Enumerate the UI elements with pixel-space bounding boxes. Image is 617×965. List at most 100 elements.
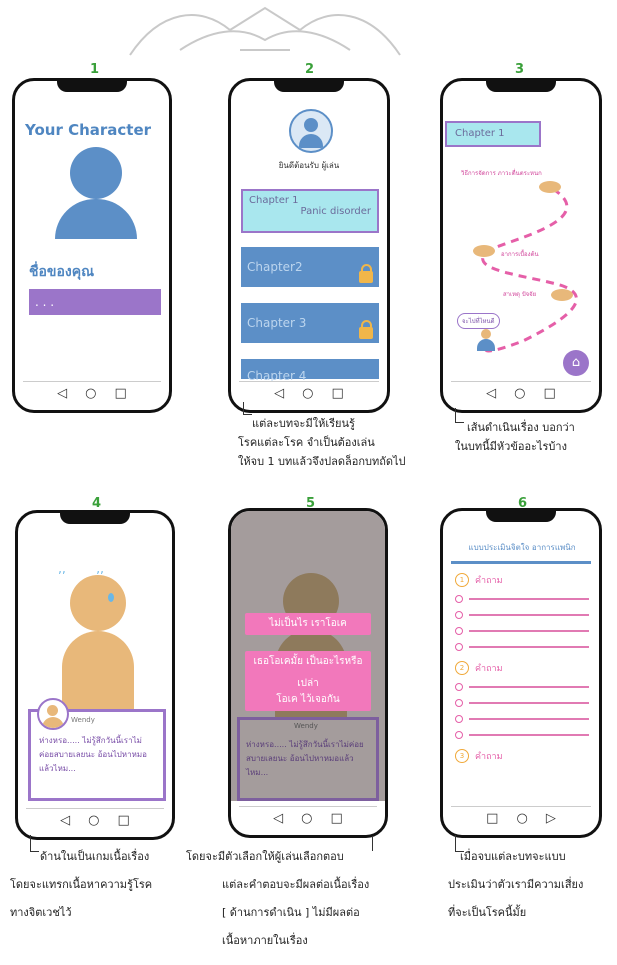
speaker-name: Wendy bbox=[294, 722, 318, 730]
answer-option[interactable] bbox=[455, 699, 589, 707]
annotation-line: ด้านในเป็นเกมเนื้อเรื่อง bbox=[40, 850, 150, 863]
answer-line bbox=[469, 734, 589, 736]
forward-icon[interactable]: ▷ bbox=[546, 811, 556, 826]
radio-circle-icon[interactable] bbox=[455, 699, 463, 707]
question-header: 2 คำถาม bbox=[455, 661, 589, 675]
screen-number-3: 3 bbox=[515, 62, 525, 77]
annotation-line: ให้จบ 1 บทแล้วจึงปลดล็อกบทถัดไป bbox=[238, 455, 406, 468]
screen-number-1: 1 bbox=[90, 62, 100, 77]
answer-option[interactable] bbox=[455, 611, 589, 619]
character-head bbox=[70, 147, 122, 199]
question-block: 1 คำถาม bbox=[455, 573, 589, 651]
radio-circle-icon[interactable] bbox=[455, 595, 463, 603]
story-node-2[interactable] bbox=[473, 245, 495, 257]
answer-option[interactable] bbox=[455, 627, 589, 635]
recent-apps-icon[interactable]: □ bbox=[544, 386, 556, 401]
answer-line bbox=[469, 718, 589, 720]
name-input[interactable]: . . . bbox=[29, 289, 161, 315]
back-icon[interactable]: ◁ bbox=[486, 386, 496, 401]
speaker-name: Wendy bbox=[71, 716, 95, 724]
home-icon[interactable]: ○ bbox=[88, 813, 99, 828]
recent-apps-icon[interactable]: □ bbox=[115, 386, 127, 401]
recent-apps-icon[interactable]: □ bbox=[118, 813, 130, 828]
annotation-line: โรคแต่ละโรค จำเป็นต้องเล่น bbox=[238, 436, 375, 449]
home-icon[interactable]: ○ bbox=[516, 811, 527, 826]
answer-line bbox=[469, 686, 589, 688]
back-icon[interactable]: ◁ bbox=[60, 813, 70, 828]
answer-line bbox=[469, 598, 589, 600]
recent-apps-icon[interactable]: □ bbox=[486, 811, 498, 826]
story-node-1[interactable] bbox=[539, 181, 561, 193]
question-header: 1 คำถาม bbox=[455, 573, 589, 587]
choice-option-3[interactable]: โอเค ไว้เจอกัน bbox=[245, 689, 371, 711]
question-label: คำถาม bbox=[475, 576, 503, 586]
phone-screen-5: ไม่เป็นไร เราโอเค เธอโอเคมั้ย เป็นอะไรหร… bbox=[228, 508, 388, 838]
back-icon[interactable]: ◁ bbox=[274, 386, 284, 401]
phone-notch bbox=[57, 81, 127, 92]
annotation-line: ที่จะเป็นโรคนี้มั้ย bbox=[448, 906, 527, 919]
story-node-3[interactable] bbox=[551, 289, 573, 301]
recent-apps-icon[interactable]: □ bbox=[332, 386, 344, 401]
question-number-badge: 3 bbox=[455, 749, 469, 763]
answer-option[interactable] bbox=[455, 715, 589, 723]
screen-number-4: 4 bbox=[92, 496, 102, 511]
character-body bbox=[62, 631, 134, 721]
annotation-line: เส้นดำเนินเรื่อง บอกว่า bbox=[467, 421, 575, 434]
answer-option[interactable] bbox=[455, 643, 589, 651]
name-label: ชื่อของคุณ bbox=[29, 264, 95, 280]
radio-circle-icon[interactable] bbox=[455, 715, 463, 723]
character-head bbox=[70, 575, 126, 631]
recent-apps-icon[interactable]: □ bbox=[331, 811, 343, 826]
phone-notch bbox=[60, 513, 130, 524]
phone-screen-4: ʼʼ ʼʼ Wendy ห่างหรอ..... ไม่รู้สึกวันนี้… bbox=[15, 510, 175, 840]
dialog-box[interactable]: Wendy ห่างหรอ..... ไม่รู้สึกวันนี้เราไม่… bbox=[28, 698, 166, 801]
player-marker-body bbox=[477, 339, 495, 351]
android-navbar: ◁ ○ □ bbox=[239, 806, 377, 829]
speaker-avatar bbox=[37, 698, 69, 730]
speaker-body bbox=[42, 717, 64, 728]
radio-circle-icon[interactable] bbox=[455, 643, 463, 651]
chapter-4-card[interactable]: Chapter 4 bbox=[241, 359, 379, 383]
decorative-crest-watermark bbox=[129, 6, 401, 56]
back-icon[interactable]: ◁ bbox=[273, 811, 283, 826]
profile-avatar[interactable] bbox=[289, 109, 333, 153]
home-fab[interactable]: ⌂ bbox=[563, 350, 589, 376]
answer-option[interactable] bbox=[455, 595, 589, 603]
chapter-1-subtitle: Panic disorder bbox=[300, 206, 371, 217]
chapter-2-card[interactable]: Chapter2 bbox=[241, 247, 379, 287]
dialog-text: ห่างหรอ..... ไม่รู้สึกวันนี้เราไม่ค่อยสบ… bbox=[39, 736, 147, 773]
android-navbar: □ ○ ▷ bbox=[451, 806, 591, 829]
assessment-header: แบบประเมินจิตใจ อาการแพนิก bbox=[468, 543, 576, 552]
annotation-line: เมื่อจบแต่ละบทจะแบบ bbox=[460, 850, 566, 863]
annotation-screen-3: เส้นดำเนินเรื่อง บอกว่า ในบทนี้มีหัวข้ออ… bbox=[455, 418, 615, 456]
home-icon[interactable]: ○ bbox=[514, 386, 525, 401]
phone-screen-3: Chapter 1 วิธีการจัดการ ภาวะตื่นตระหนก อ… bbox=[440, 78, 602, 413]
answer-option[interactable] bbox=[455, 731, 589, 739]
annotation-line: ในบทนี้มีหัวข้ออะไรบ้าง bbox=[455, 440, 567, 453]
answer-line bbox=[469, 630, 589, 632]
lock-icon bbox=[359, 264, 373, 283]
answer-option[interactable] bbox=[455, 683, 589, 691]
back-icon[interactable]: ◁ bbox=[57, 386, 67, 401]
chapter-1-title: Chapter 1 bbox=[249, 195, 299, 206]
radio-circle-icon[interactable] bbox=[455, 731, 463, 739]
chapter-1-card[interactable]: Chapter 1 Panic disorder bbox=[241, 189, 379, 233]
choice-option-1[interactable]: ไม่เป็นไร เราโอเค bbox=[245, 613, 371, 635]
annotation-screen-2: แต่ละบทจะมีให้เรียนรู้ โรคแต่ละโรค จำเป็… bbox=[238, 414, 478, 471]
radio-circle-icon[interactable] bbox=[455, 611, 463, 619]
radio-circle-icon[interactable] bbox=[455, 627, 463, 635]
answer-line bbox=[469, 646, 589, 648]
question-block: 3 คำถาม bbox=[455, 749, 589, 763]
annotation-screen-5: โดยจะมีตัวเลือกให้ผู้เล่นเลือกตอบ แต่ละค… bbox=[186, 843, 446, 955]
avatar-body-icon bbox=[299, 134, 323, 148]
question-label: คำถาม bbox=[475, 752, 503, 762]
character-body bbox=[55, 199, 137, 239]
welcome-text: ยินดีต้อนรับ ผู้เล่น bbox=[278, 161, 340, 170]
question-list: 1 คำถาม 2 คำถาม 3 คำถาม bbox=[455, 573, 589, 773]
home-icon[interactable]: ○ bbox=[85, 386, 96, 401]
home-icon[interactable]: ○ bbox=[302, 386, 313, 401]
annotation-line: แต่ละบทจะมีให้เรียนรู้ bbox=[252, 417, 355, 430]
radio-circle-icon[interactable] bbox=[455, 683, 463, 691]
home-icon[interactable]: ○ bbox=[301, 811, 312, 826]
chapter-3-card[interactable]: Chapter 3 bbox=[241, 303, 379, 343]
